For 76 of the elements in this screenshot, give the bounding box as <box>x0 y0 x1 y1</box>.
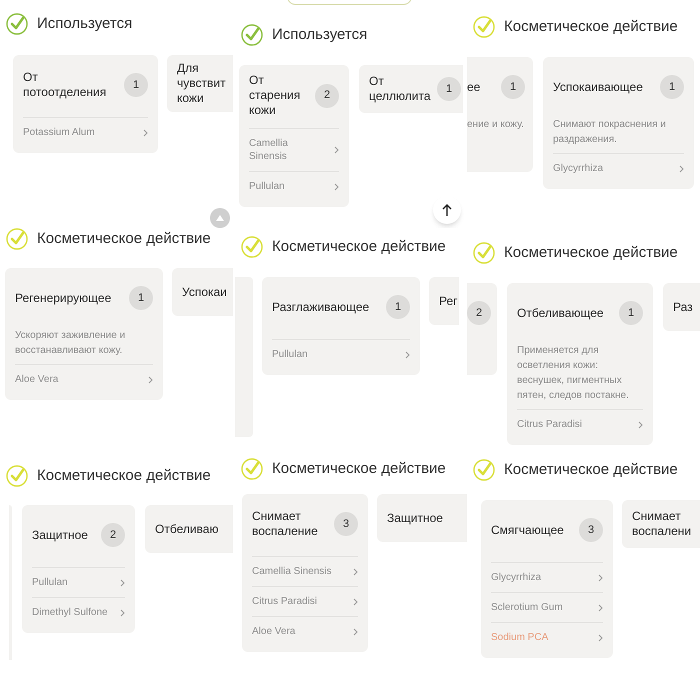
card-title: Разглаживающее <box>272 300 370 314</box>
card-title: Снимает воспалени <box>632 509 692 539</box>
card-description: Снимают покраснения и раздражения. <box>553 118 667 147</box>
scroll-top-button[interactable] <box>433 196 461 224</box>
card-title: ее <box>467 79 480 96</box>
count-badge: 1 <box>129 286 153 310</box>
section-title: Косметическое действие <box>37 228 211 249</box>
card-title: От целлюлита <box>369 74 431 104</box>
chevron-icon <box>353 628 358 636</box>
count-badge: 2 <box>101 523 125 547</box>
card-title: Защитное <box>32 528 88 542</box>
count-badge: 2 <box>467 301 491 325</box>
chevron-icon <box>353 598 358 606</box>
ingredient-link[interactable]: Pullulan <box>32 567 125 597</box>
ingredient-link[interactable]: Camellia Sinensis <box>252 556 358 586</box>
chevron-icon <box>148 376 153 384</box>
section-title: Косметическое действие <box>504 16 678 37</box>
chevron-icon <box>334 146 339 154</box>
section-title: Используется <box>272 24 368 45</box>
ingredient-link[interactable]: Aloe Vera <box>252 616 358 646</box>
count-badge: 3 <box>579 518 603 542</box>
card-title: Раз <box>673 300 693 314</box>
ingredient-link[interactable]: Aloe Vera <box>15 364 153 394</box>
ingredient-link[interactable]: Sodium PCA <box>491 622 603 652</box>
card-description: ение и кожу. <box>467 118 525 132</box>
card-title: Отбеливаю <box>155 522 218 536</box>
chevron-icon <box>405 350 410 358</box>
count-badge: 1 <box>501 75 525 99</box>
ingredient-link[interactable]: Pullulan <box>272 339 410 369</box>
section-title: Используется <box>37 14 132 34</box>
chevron-icon <box>120 578 125 586</box>
card-title: Снимает воспаление <box>252 509 319 539</box>
section-title: Косметическое действие <box>504 242 678 263</box>
count-badge: 1 <box>124 73 148 97</box>
count-badge: 3 <box>334 512 358 536</box>
chevron-icon <box>598 574 603 582</box>
count-badge: 1 <box>660 75 684 99</box>
card-title: Успокаивающее <box>553 80 643 94</box>
arrow-up-icon <box>442 204 452 216</box>
count-badge: 1 <box>386 295 410 319</box>
chevron-icon <box>598 634 603 642</box>
section-title: Косметическое действие <box>504 460 678 480</box>
card-title: Рег <box>439 294 458 308</box>
chevron-icon <box>679 164 684 172</box>
card-title: Отбеливающее <box>517 306 604 320</box>
chevron-icon <box>598 604 603 612</box>
ingredient-link[interactable]: Potassium Alum <box>23 117 148 147</box>
card-title: От потоотделения <box>23 70 108 100</box>
chevron-icon <box>143 128 148 136</box>
section-title: Косметическое действие <box>37 466 211 486</box>
card-description: Ускоряют заживление и восстанавливают кожу. <box>15 329 126 358</box>
chevron-icon <box>334 182 339 190</box>
count-badge: 2 <box>315 84 339 108</box>
ingredient-link[interactable]: Citrus Paradisi <box>252 586 358 616</box>
card-title: От старения кожи <box>249 73 302 118</box>
ingredient-link[interactable]: Citrus Paradisi <box>517 409 643 439</box>
card-title: Защитное <box>387 510 443 526</box>
ingredient-link[interactable]: Pullulan <box>249 171 339 201</box>
chevron-icon <box>120 608 125 616</box>
ingredient-link[interactable]: Camellia Sinensis <box>249 128 339 171</box>
section-title: Косметическое действие <box>272 236 446 257</box>
card-title: Смягчающее <box>491 522 564 538</box>
ingredient-link[interactable]: Glycyrrhiza <box>491 562 603 592</box>
card-title: Для чувствит кожи <box>177 61 227 106</box>
card-title: Регенерирующее <box>15 290 112 306</box>
chevron-icon <box>353 568 358 576</box>
ingredient-link[interactable]: Dimethyl Sulfone <box>32 597 125 627</box>
count-badge: 1 <box>619 301 643 325</box>
chevron-icon <box>638 420 643 428</box>
count-badge: 1 <box>437 77 461 101</box>
card-title: Успокаи <box>182 284 227 300</box>
triangle-icon <box>216 215 224 221</box>
ingredient-link[interactable]: Sclerotium Gum <box>491 592 603 622</box>
ingredient-link[interactable]: Glycyrrhiza <box>553 153 684 183</box>
section-title: Косметическое действие <box>272 458 446 479</box>
card-description: Применяется для осветления кожи: веснушек, пигментных пятен, следов постакне. <box>517 344 630 403</box>
